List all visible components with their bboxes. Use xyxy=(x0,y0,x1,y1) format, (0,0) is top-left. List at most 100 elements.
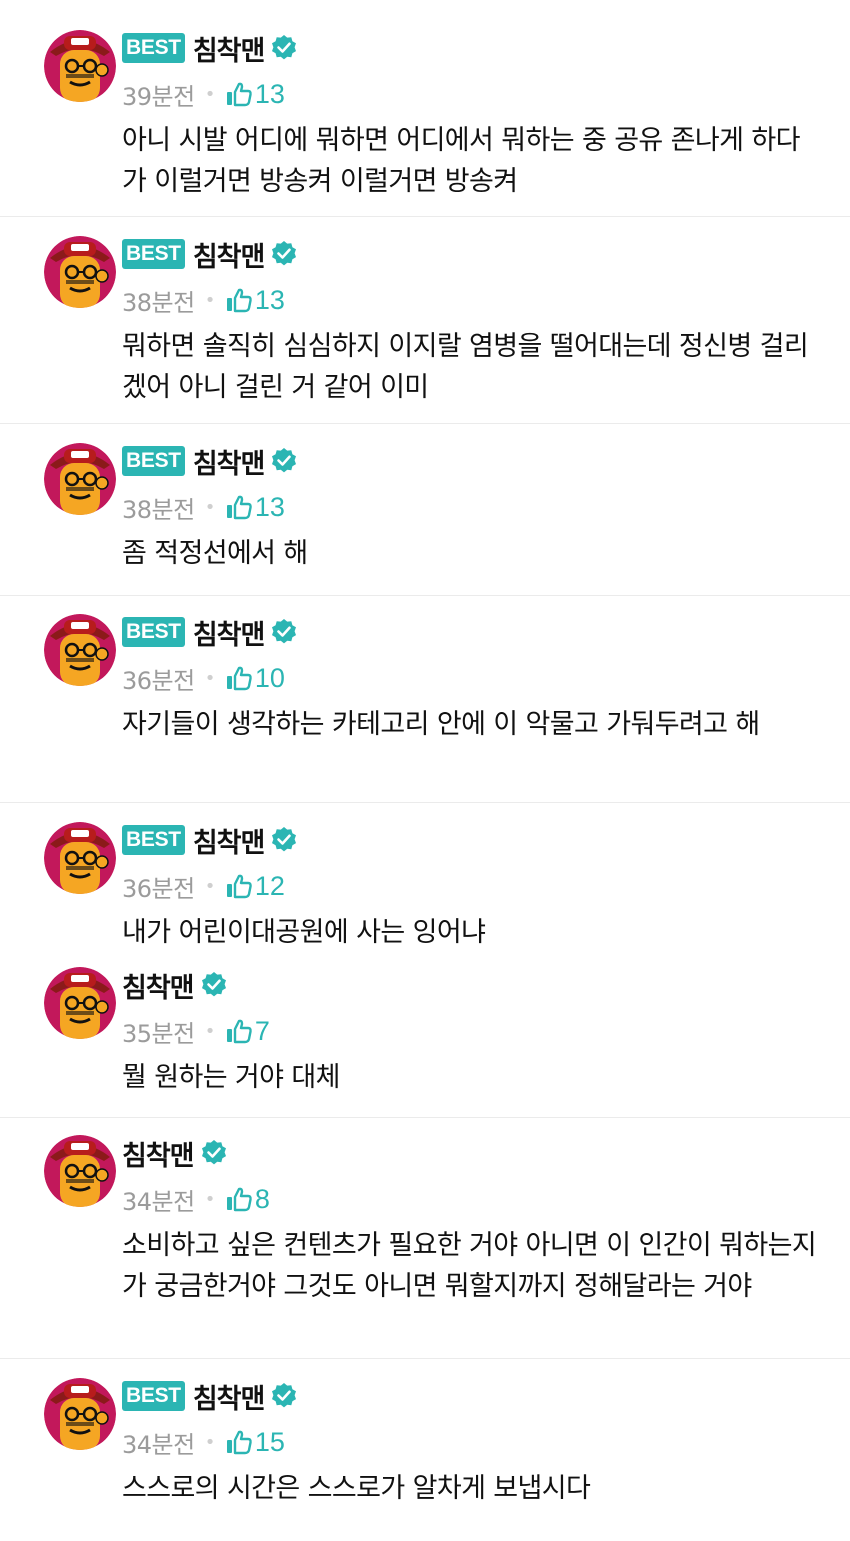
comment-divider xyxy=(0,802,850,803)
thumbs-up-icon[interactable] xyxy=(225,286,253,314)
author-name[interactable]: 침착맨 xyxy=(193,821,266,860)
comment-meta: 35분전 • 7 xyxy=(122,1015,270,1048)
author-name[interactable]: 침착맨 xyxy=(122,1134,195,1173)
comment-meta: 38분전 • 13 xyxy=(122,284,285,317)
comment-divider xyxy=(0,216,850,217)
verified-check-icon xyxy=(270,826,298,854)
verified-check-icon xyxy=(270,1382,298,1410)
thumbs-up-icon[interactable] xyxy=(225,1185,253,1213)
like-count[interactable]: 15 xyxy=(255,1427,285,1458)
avatar-image xyxy=(44,443,116,515)
comment-text: 뭘 원하는 거야 대체 xyxy=(122,1062,340,1093)
verified-check-icon xyxy=(270,34,298,62)
avatar-image xyxy=(44,1378,116,1450)
avatar-image xyxy=(44,967,116,1039)
meta-separator: • xyxy=(204,875,216,897)
meta-separator: • xyxy=(204,1188,216,1210)
comment-text: 자기들이 생각하는 카테고리 안에 이 악물고 가둬두려고 해 xyxy=(122,709,760,740)
comment-time: 35분전 xyxy=(122,1019,195,1048)
avatar[interactable] xyxy=(44,236,116,308)
verified-check-icon xyxy=(270,618,298,646)
verified-check-icon xyxy=(200,1139,228,1167)
comment-time: 36분전 xyxy=(122,666,195,695)
avatar[interactable] xyxy=(44,967,116,1039)
best-badge: BEST xyxy=(122,446,185,476)
comment-meta: 34분전 • 15 xyxy=(122,1426,285,1459)
like-count[interactable]: 7 xyxy=(255,1016,270,1047)
avatar[interactable] xyxy=(44,30,116,102)
comment-meta: 36분전 • 10 xyxy=(122,662,285,695)
like-count[interactable]: 13 xyxy=(255,79,285,110)
best-badge: BEST xyxy=(122,1381,185,1411)
thumbs-up-icon[interactable] xyxy=(225,664,253,692)
comment-text: 아니 시발 어디에 뭐하면 어디에서 뭐하는 중 공유 존나게 하다가 이럴거면… xyxy=(122,125,800,197)
comment-header: 침착맨 xyxy=(122,966,228,1005)
comment-meta: 38분전 • 13 xyxy=(122,491,285,524)
verified-check-icon xyxy=(270,240,298,268)
author-name[interactable]: 침착맨 xyxy=(193,235,266,274)
comment-text: 스스로의 시간은 스스로가 알차게 보냅시다 xyxy=(122,1473,591,1504)
like-count[interactable]: 10 xyxy=(255,663,285,694)
avatar[interactable] xyxy=(44,1378,116,1450)
comment-header: BEST 침착맨 xyxy=(122,29,298,68)
comment-time: 34분전 xyxy=(122,1430,195,1459)
avatar[interactable] xyxy=(44,443,116,515)
best-badge: BEST xyxy=(122,825,185,855)
comment-divider xyxy=(0,1117,850,1118)
avatar[interactable] xyxy=(44,1135,116,1207)
thumbs-up-icon[interactable] xyxy=(225,80,253,108)
meta-separator: • xyxy=(204,289,216,311)
avatar[interactable] xyxy=(44,822,116,894)
comment-meta: 39분전 • 13 xyxy=(122,78,285,111)
avatar-image xyxy=(44,1135,116,1207)
comment-time: 34분전 xyxy=(122,1187,195,1216)
thumbs-up-icon[interactable] xyxy=(225,872,253,900)
thumbs-up-icon[interactable] xyxy=(225,493,253,521)
avatar-image xyxy=(44,236,116,308)
thumbs-up-icon[interactable] xyxy=(225,1428,253,1456)
comment-text: 좀 적정선에서 해 xyxy=(122,538,308,569)
verified-check-icon xyxy=(270,447,298,475)
comment-time: 38분전 xyxy=(122,288,195,317)
best-badge: BEST xyxy=(122,33,185,63)
avatar-image xyxy=(44,30,116,102)
meta-separator: • xyxy=(204,1020,216,1042)
like-count[interactable]: 13 xyxy=(255,492,285,523)
verified-check-icon xyxy=(200,971,228,999)
comment-divider xyxy=(0,1358,850,1359)
comment-meta: 34분전 • 8 xyxy=(122,1183,270,1216)
comment-time: 36분전 xyxy=(122,874,195,903)
comment-text: 소비하고 싶은 컨텐츠가 필요한 거야 아니면 이 인간이 뭐하는지가 궁금한거… xyxy=(122,1230,817,1302)
meta-separator: • xyxy=(204,496,216,518)
meta-separator: • xyxy=(204,667,216,689)
comment-header: BEST 침착맨 xyxy=(122,235,298,274)
comment-divider xyxy=(0,595,850,596)
best-badge: BEST xyxy=(122,239,185,269)
author-name[interactable]: 침착맨 xyxy=(193,1377,266,1416)
avatar-image xyxy=(44,822,116,894)
meta-separator: • xyxy=(204,1431,216,1453)
comment-time: 39분전 xyxy=(122,82,195,111)
comment-divider xyxy=(0,423,850,424)
author-name[interactable]: 침착맨 xyxy=(122,966,195,1005)
thumbs-up-icon[interactable] xyxy=(225,1017,253,1045)
comment-header: 침착맨 xyxy=(122,1134,228,1173)
avatar-image xyxy=(44,614,116,686)
best-badge: BEST xyxy=(122,617,185,647)
comment-meta: 36분전 • 12 xyxy=(122,870,285,903)
avatar[interactable] xyxy=(44,614,116,686)
comment-header: BEST 침착맨 xyxy=(122,442,298,481)
comment-time: 38분전 xyxy=(122,495,195,524)
like-count[interactable]: 13 xyxy=(255,285,285,316)
comment-text: 내가 어린이대공원에 사는 잉어냐 xyxy=(122,917,486,948)
comment-text: 뭐하면 솔직히 심심하지 이지랄 염병을 떨어대는데 정신병 걸리겠어 아니 걸… xyxy=(122,331,809,403)
author-name[interactable]: 침착맨 xyxy=(193,29,266,68)
meta-separator: • xyxy=(204,83,216,105)
comment-header: BEST 침착맨 xyxy=(122,613,298,652)
like-count[interactable]: 12 xyxy=(255,871,285,902)
author-name[interactable]: 침착맨 xyxy=(193,613,266,652)
author-name[interactable]: 침착맨 xyxy=(193,442,266,481)
like-count[interactable]: 8 xyxy=(255,1184,270,1215)
comment-header: BEST 침착맨 xyxy=(122,1377,298,1416)
comment-header: BEST 침착맨 xyxy=(122,821,298,860)
